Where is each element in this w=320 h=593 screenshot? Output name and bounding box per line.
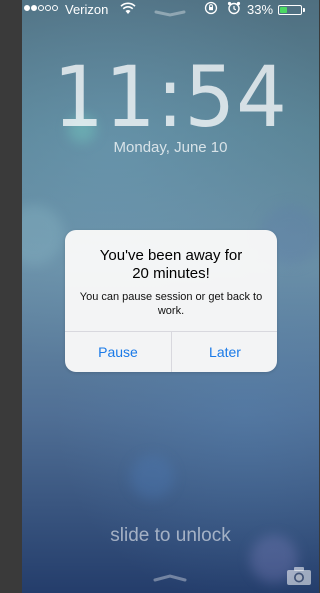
signal-dot <box>38 5 44 11</box>
alert-message: You can pause session or get back to wor… <box>79 291 263 317</box>
battery-percentage: 33% <box>247 2 274 17</box>
away-alert-dialog: You've been away for 20 minutes! You can… <box>65 230 277 372</box>
notification-center-grabber-icon[interactable] <box>153 10 187 18</box>
pause-button[interactable]: Pause <box>65 332 171 372</box>
lock-screen: Verizon 33% 11:54 Monday, June 10 You've… <box>22 0 319 593</box>
battery-level <box>280 7 287 13</box>
wifi-icon <box>120 1 136 18</box>
alarm-icon <box>227 1 241 18</box>
control-center-grabber-icon[interactable] <box>152 572 188 582</box>
alert-title-line-2: 20 minutes! <box>132 265 210 282</box>
slide-to-unlock[interactable]: slide to unlock <box>22 525 319 547</box>
lock-screen-time: 11:54 <box>53 48 288 146</box>
battery-tip <box>303 8 305 12</box>
alert-title: You've been away for 20 minutes! <box>65 247 277 283</box>
signal-dot <box>45 5 51 11</box>
camera-icon[interactable] <box>286 566 312 586</box>
later-button[interactable]: Later <box>172 332 277 372</box>
signal-dot <box>24 5 30 11</box>
wallpaper-bokeh <box>130 455 174 499</box>
wallpaper-bokeh <box>22 205 64 265</box>
signal-strength-icon <box>24 5 58 11</box>
carrier-name: Verizon <box>65 2 109 17</box>
signal-dot <box>52 5 58 11</box>
alert-title-line-1: You've been away for <box>99 247 243 264</box>
signal-dot <box>31 5 37 11</box>
rotation-lock-icon <box>204 1 218 18</box>
lock-screen-date: Monday, June 10 <box>113 139 228 156</box>
battery-icon <box>278 5 302 15</box>
